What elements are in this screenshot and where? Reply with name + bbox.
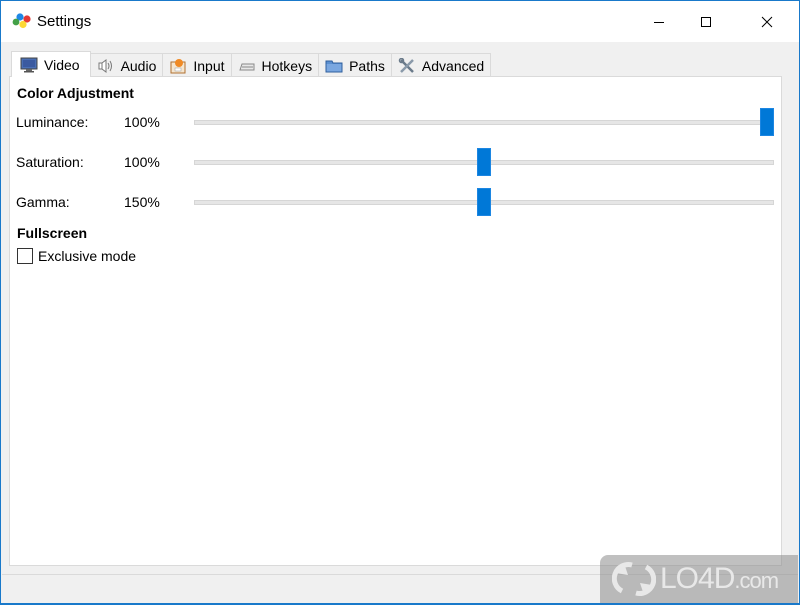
- window-title: Settings: [37, 13, 92, 30]
- slider-groove: [194, 120, 774, 125]
- watermark-text: LO4D.com: [660, 562, 779, 596]
- exclusive-mode-label: Exclusive mode: [38, 248, 137, 264]
- saturation-slider[interactable]: [194, 148, 774, 176]
- watermark-suffix: .com: [734, 568, 779, 593]
- minimize-button[interactable]: [636, 1, 682, 42]
- slider-handle[interactable]: [760, 108, 774, 136]
- input-icon: [170, 58, 186, 73]
- saturation-value: 100%: [124, 154, 160, 170]
- settings-tabs: Video Audio Input Hotkeys Paths Advanced: [11, 51, 492, 77]
- luminance-label: Luminance:: [16, 114, 89, 130]
- title-bar[interactable]: Settings: [1, 1, 799, 42]
- tab-label: Video: [44, 56, 80, 73]
- minimize-icon: [654, 21, 664, 23]
- monitor-icon: [20, 57, 38, 72]
- settings-window: Settings Video Audio Input Hotkeys Paths…: [0, 0, 800, 605]
- watermark: LO4D.com: [600, 555, 798, 603]
- slider-handle[interactable]: [477, 188, 491, 216]
- luminance-value: 100%: [124, 114, 160, 130]
- tab-hotkeys[interactable]: Hotkeys: [231, 53, 320, 77]
- exclusive-mode-option[interactable]: Exclusive mode: [17, 248, 136, 264]
- tab-paths[interactable]: Paths: [319, 53, 392, 77]
- watermark-brand: LO4D: [660, 562, 735, 595]
- video-settings-panel: Color Adjustment Luminance: 100% Saturat…: [9, 76, 782, 566]
- tools-icon: [398, 57, 414, 73]
- luminance-slider[interactable]: [194, 108, 774, 136]
- tab-video[interactable]: Video: [11, 51, 91, 77]
- gamma-slider[interactable]: [194, 188, 774, 216]
- refresh-arrows-icon: [612, 562, 656, 596]
- tab-label: Audio: [120, 57, 157, 74]
- tab-audio[interactable]: Audio: [90, 53, 164, 77]
- keyboard-icon: [238, 63, 255, 70]
- tab-advanced[interactable]: Advanced: [391, 53, 492, 77]
- app-logo-icon: [12, 13, 31, 29]
- slider-handle[interactable]: [477, 148, 491, 176]
- tab-label: Hotkeys: [261, 57, 313, 74]
- fullscreen-heading: Fullscreen: [17, 225, 88, 241]
- folder-icon: [325, 60, 343, 72]
- gamma-label: Gamma:: [16, 194, 70, 210]
- tab-label: Advanced: [421, 57, 485, 74]
- maximize-button[interactable]: [683, 1, 729, 42]
- exclusive-mode-checkbox[interactable]: [17, 248, 33, 264]
- tab-label: Input: [193, 57, 225, 74]
- close-icon: [761, 16, 773, 27]
- speaker-icon: [98, 58, 112, 73]
- tab-label: Paths: [349, 57, 385, 74]
- maximize-icon: [701, 16, 711, 27]
- gamma-value: 150%: [124, 194, 160, 210]
- close-button[interactable]: [744, 1, 790, 42]
- saturation-label: Saturation:: [16, 154, 84, 170]
- tab-input[interactable]: Input: [163, 53, 232, 77]
- color-adjustment-heading: Color Adjustment: [17, 85, 134, 101]
